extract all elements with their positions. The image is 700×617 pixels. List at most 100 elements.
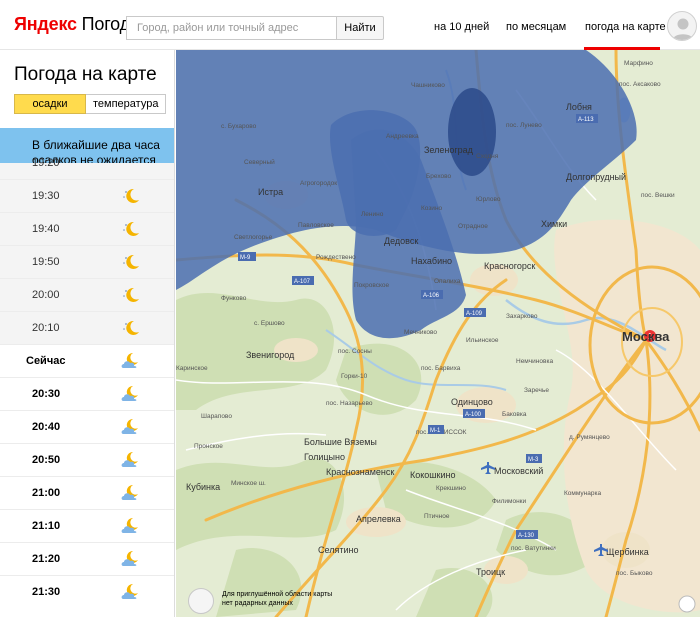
label-zelenograd: Зеленоград (424, 145, 474, 155)
svg-text:Отрадное: Отрадное (458, 223, 488, 230)
label-istra: Истра (258, 187, 283, 197)
timeline-row[interactable]: 21:00 (0, 476, 174, 510)
yandex-weather-logo[interactable]: Яндекс Погода (14, 14, 140, 35)
search-input[interactable] (126, 16, 336, 40)
nav-by-months[interactable]: по месяцам (506, 21, 566, 33)
svg-text:М-1: М-1 (430, 428, 441, 434)
night-moon-clear-icon (120, 285, 142, 305)
night-moon-cloud-icon (120, 417, 142, 437)
search-form: Найти (126, 16, 384, 40)
svg-text:Марфино: Марфино (624, 60, 653, 67)
timeline-time: 19:30 (32, 190, 60, 202)
night-moon-cloud-icon (120, 549, 142, 569)
svg-text:М-3: М-3 (528, 457, 539, 463)
page-title: Погода на карте (14, 64, 157, 85)
timeline-time: 19:50 (32, 256, 60, 268)
timeline-row[interactable]: 19:40 (0, 212, 174, 246)
svg-text:пос. Назарьево: пос. Назарьево (326, 400, 373, 407)
label-golitsyno: Голицыно (304, 452, 345, 462)
label-zvenigorod: Звенигород (246, 350, 295, 360)
nav-10-days[interactable]: на 10 дней (434, 21, 489, 33)
layer-switch: осадки температура (14, 94, 167, 114)
label-moscow: Москва (622, 329, 670, 344)
timeline-time: 20:10 (32, 322, 60, 334)
svg-text:Заречье: Заречье (524, 387, 549, 394)
switch-precipitation[interactable]: осадки (14, 94, 86, 114)
svg-text:пос. Аксаково: пос. Аксаково (619, 81, 661, 88)
night-moon-clear-icon (120, 252, 142, 272)
timeline-row[interactable]: 20:00 (0, 278, 174, 312)
svg-text:с. Бухарово: с. Бухарово (221, 123, 257, 130)
svg-text:Немчиновка: Немчиновка (516, 358, 553, 365)
timeline-time: 20:50 (32, 454, 61, 466)
timeline-time: Сейчас (26, 355, 66, 367)
timeline-row-now[interactable]: Сейчас (0, 344, 174, 378)
svg-text:Шарапово: Шарапово (201, 413, 232, 420)
user-silhouette-icon (672, 18, 694, 40)
svg-text:М-9: М-9 (240, 255, 251, 261)
svg-text:Северный: Северный (244, 158, 275, 166)
timeline-time: 20:00 (32, 289, 60, 301)
svg-text:А-100: А-100 (465, 412, 482, 418)
night-moon-cloud-icon (120, 516, 142, 536)
night-moon-cloud-icon (120, 582, 142, 602)
svg-text:А-107: А-107 (294, 279, 311, 285)
svg-text:Брехово: Брехово (426, 173, 452, 180)
svg-text:Мечниково: Мечниково (404, 329, 437, 336)
nav-weather-map[interactable]: погода на карте (585, 21, 666, 33)
label-bolshie-vyazemy: Большие Вяземы (304, 437, 377, 447)
svg-text:Юрлово: Юрлово (476, 196, 501, 203)
label-krasnoznamensk: Краснознаменск (326, 467, 394, 477)
switch-temperature[interactable]: температура (86, 94, 167, 114)
weather-map[interactable]: 1 Москва Зеленоград Истра Звенигород Оди… (176, 50, 700, 617)
night-moon-clear-icon (120, 186, 142, 206)
timeline-row[interactable]: 20:40 (0, 410, 174, 444)
svg-text:А-113: А-113 (578, 117, 594, 123)
svg-text:Горки-10: Горки-10 (341, 373, 368, 380)
label-moskovsky: Московский (494, 466, 543, 476)
label-troitsk: Троицк (476, 567, 505, 577)
timeline-row[interactable]: 20:30 (0, 377, 174, 411)
svg-text:Светлогорье: Светлогорье (234, 234, 273, 241)
svg-text:А-106: А-106 (423, 293, 440, 299)
user-avatar[interactable] (667, 11, 697, 41)
top-header: Яндекс Погода Найти на 10 дней по месяца… (0, 0, 700, 50)
sidebar: Погода на карте осадки температура В бли… (0, 50, 175, 617)
timeline-row[interactable]: 20:10 (0, 311, 174, 345)
svg-text:пос. Лунево: пос. Лунево (506, 122, 542, 129)
timeline-row-partial[interactable]: 19:20 (0, 157, 174, 179)
timeline-row[interactable]: 19:30 (0, 179, 174, 213)
night-moon-cloud-icon (120, 351, 142, 371)
logo-brand: Яндекс (14, 14, 77, 34)
timeline-time: 21:00 (32, 487, 61, 499)
timeline-row[interactable]: 21:10 (0, 509, 174, 543)
timeline-row[interactable]: 21:30 (0, 575, 174, 609)
timeline-row[interactable]: 20:50 (0, 443, 174, 477)
svg-text:Андреевка: Андреевка (386, 133, 419, 140)
search-button[interactable]: Найти (336, 16, 384, 40)
night-moon-cloud-icon (120, 384, 142, 404)
zoom-control-icon[interactable] (678, 595, 696, 613)
timeline-time: 19:40 (32, 223, 60, 235)
timeline-time: 20:40 (32, 421, 61, 433)
label-nakhabino: Нахабино (411, 256, 452, 266)
svg-text:Захарково: Захарково (506, 313, 538, 320)
svg-text:Опалиха: Опалиха (434, 278, 461, 285)
label-shcherbinka: Щербинка (606, 547, 649, 557)
timeline-row[interactable]: 19:50 (0, 245, 174, 279)
label-kubinka: Кубинка (186, 482, 220, 492)
timeline-row[interactable]: 21:20 (0, 542, 174, 576)
svg-text:пос. Ватутинки: пос. Ватутинки (511, 545, 556, 552)
svg-text:пос. Быково: пос. Быково (616, 570, 653, 577)
label-odintsovo: Одинцово (451, 397, 493, 407)
night-moon-cloud-icon (120, 450, 142, 470)
svg-text:д. Румянцево: д. Румянцево (569, 434, 610, 441)
label-kokoshkino: Кокошкино (410, 470, 455, 480)
night-moon-clear-icon (120, 219, 142, 239)
night-moon-cloud-icon (120, 483, 142, 503)
label-dedovsk: Дедовск (384, 236, 418, 246)
svg-text:Каринское: Каринское (176, 365, 208, 372)
svg-text:Павловское: Павловское (298, 222, 334, 229)
map-canvas[interactable]: 1 Москва Зеленоград Истра Звенигород Оди… (176, 50, 700, 617)
svg-text:А-109: А-109 (466, 311, 483, 317)
